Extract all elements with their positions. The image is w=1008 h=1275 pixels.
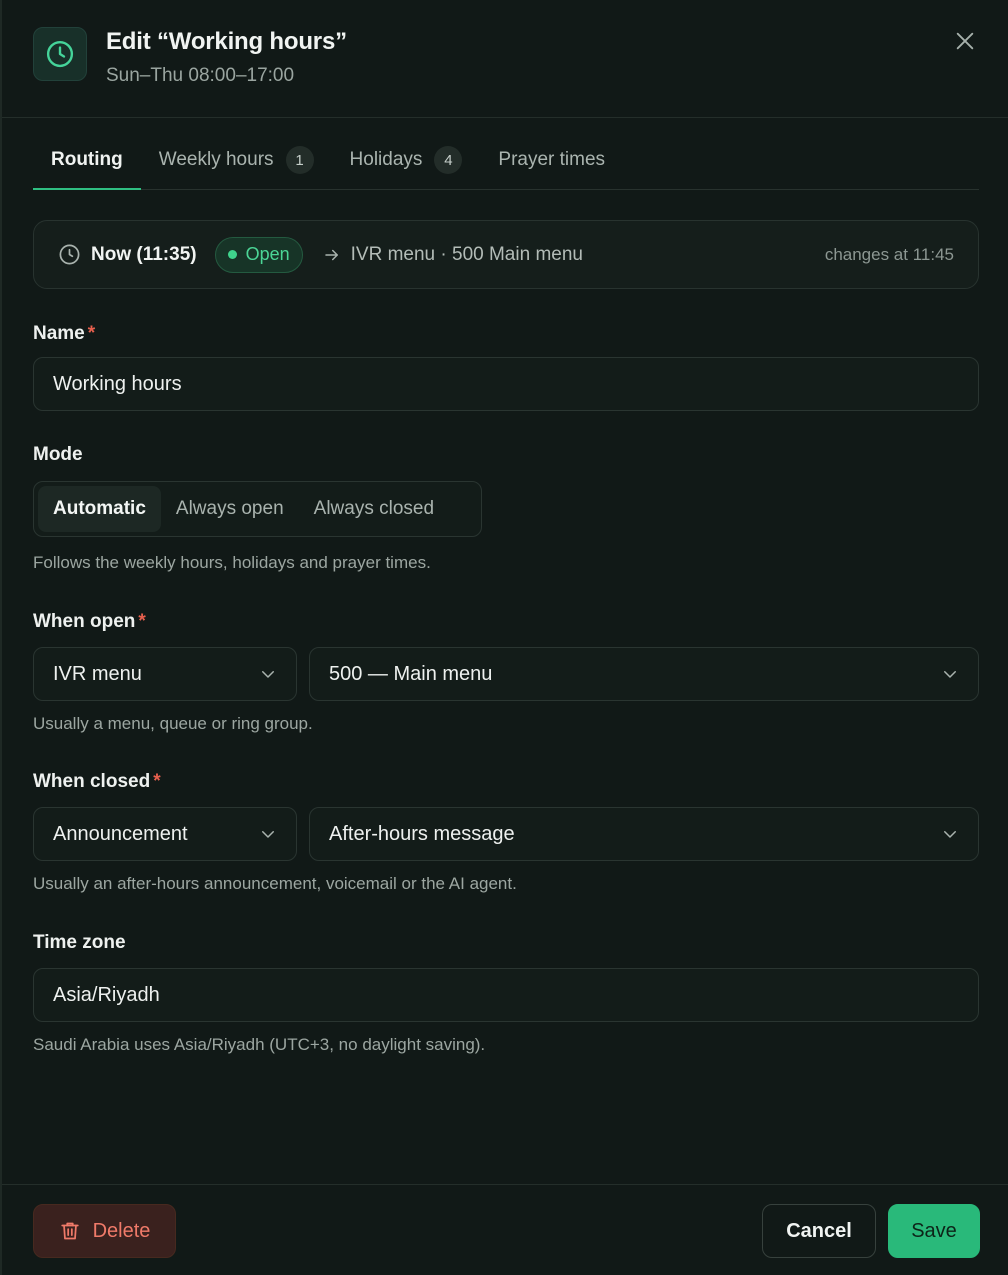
close-icon bbox=[956, 32, 974, 50]
when-closed-label: When closed * bbox=[33, 771, 161, 793]
arrow-right-icon bbox=[323, 246, 341, 264]
panel-title: Edit “Working hours” bbox=[106, 28, 347, 55]
when-open-help-text: Usually a menu, queue or ring group. bbox=[33, 714, 313, 733]
time-zone-label: Time zone bbox=[33, 932, 126, 953]
name-label-text: Name bbox=[33, 323, 85, 344]
required-mark: * bbox=[138, 611, 146, 632]
mode-help-text: Follows the weekly hours, holidays and p… bbox=[33, 553, 431, 572]
status-badge: Open bbox=[214, 236, 303, 273]
tab-label: Weekly hours bbox=[158, 149, 274, 170]
clock-icon bbox=[59, 244, 80, 265]
chevron-down-icon bbox=[259, 825, 277, 843]
tab-label: Routing bbox=[51, 149, 123, 170]
panel-subtitle: Sun–Thu 08:00–17:00 bbox=[106, 65, 295, 86]
clock-icon bbox=[33, 27, 87, 81]
mode-label: Mode bbox=[33, 444, 83, 465]
tab-label: Holidays bbox=[349, 149, 423, 170]
when-closed-help-text: Usually an after-hours announcement, voi… bbox=[33, 874, 517, 893]
required-mark: * bbox=[87, 323, 96, 344]
time-zone-help-text: Saudi Arabia uses Asia/Riyadh (UTC+3, no… bbox=[33, 1035, 486, 1054]
status-badge-label: Open bbox=[245, 244, 290, 264]
save-button[interactable]: Save bbox=[888, 1204, 980, 1258]
when-open-label-text: When open bbox=[33, 611, 136, 632]
chevron-down-icon bbox=[259, 665, 277, 683]
when-closed-label-text: When closed bbox=[33, 771, 151, 792]
current-time-label: Now (11:35) bbox=[91, 243, 197, 265]
time-zone-value: Asia/Riyadh bbox=[53, 983, 160, 1006]
select-value: IVR menu bbox=[53, 662, 142, 685]
delete-button[interactable]: Delete bbox=[33, 1204, 176, 1258]
tab-label: Prayer times bbox=[498, 149, 606, 170]
tab-routing[interactable]: Routing bbox=[33, 131, 141, 190]
current-route-label: IVR menu · 500 Main menu bbox=[350, 243, 583, 265]
mode-segmented-control: Automatic Always open Always closed bbox=[33, 481, 482, 537]
when-open-label: When open * bbox=[33, 611, 146, 633]
tab-prayer-times[interactable]: Prayer times bbox=[480, 131, 623, 189]
when-closed-target-select[interactable]: After-hours message bbox=[309, 807, 979, 861]
select-value: Announcement bbox=[53, 822, 188, 845]
name-input[interactable]: Working hours bbox=[33, 357, 979, 411]
when-closed-type-select[interactable]: Announcement bbox=[33, 807, 297, 861]
chevron-down-icon bbox=[941, 825, 959, 843]
close-button[interactable] bbox=[948, 24, 982, 58]
when-open-type-select[interactable]: IVR menu bbox=[33, 647, 297, 701]
select-value: After-hours message bbox=[329, 822, 515, 845]
cancel-button[interactable]: Cancel bbox=[762, 1204, 876, 1258]
current-status-bar: Now (11:35) Open IVR menu · 500 Main men… bbox=[33, 220, 979, 289]
name-label: Name * bbox=[33, 323, 95, 345]
mode-option-always-closed[interactable]: Always closed bbox=[299, 486, 449, 532]
tab-weekly-hours[interactable]: Weekly hours 1 bbox=[141, 131, 332, 189]
when-open-target-select[interactable]: 500 — Main menu bbox=[309, 647, 979, 701]
select-value: 500 — Main menu bbox=[329, 662, 493, 685]
trash-icon bbox=[59, 1220, 81, 1242]
status-dot-icon bbox=[227, 250, 237, 259]
panel-footer: Delete Cancel Save bbox=[2, 1184, 1008, 1275]
panel-header: Edit “Working hours” Sun–Thu 08:00–17:00 bbox=[2, 0, 1008, 118]
count-badge: 4 bbox=[434, 146, 463, 174]
name-input-value: Working hours bbox=[53, 372, 182, 395]
count-badge: 1 bbox=[285, 146, 314, 174]
time-zone-input[interactable]: Asia/Riyadh bbox=[33, 968, 979, 1022]
tab-bar: Routing Weekly hours 1 Holidays 4 Prayer… bbox=[33, 131, 979, 190]
next-change-label: changes at 11:45 bbox=[824, 244, 954, 264]
edit-schedule-panel: Edit “Working hours” Sun–Thu 08:00–17:00… bbox=[0, 0, 1008, 1275]
required-mark: * bbox=[153, 771, 161, 792]
chevron-down-icon bbox=[941, 665, 959, 683]
delete-button-label: Delete bbox=[92, 1219, 151, 1242]
mode-option-always-open[interactable]: Always open bbox=[161, 486, 299, 532]
mode-option-automatic[interactable]: Automatic bbox=[38, 486, 161, 532]
tab-holidays[interactable]: Holidays 4 bbox=[332, 131, 481, 189]
